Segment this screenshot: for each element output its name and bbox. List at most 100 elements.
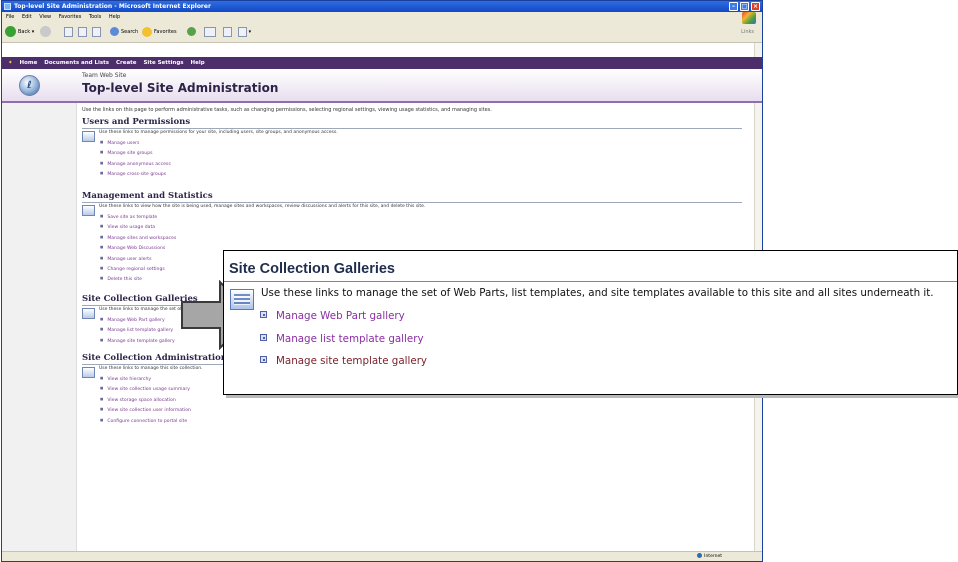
link-manage-web-discussions[interactable]: Manage Web Discussions: [100, 242, 176, 252]
menu-view[interactable]: View: [39, 14, 51, 20]
section-users-and-permissions: Users and Permissions Use these links to…: [82, 117, 742, 177]
refresh-button[interactable]: [78, 26, 87, 38]
star-icon: [142, 26, 152, 37]
menu-help[interactable]: Help: [109, 14, 120, 20]
home-button[interactable]: [92, 26, 101, 38]
link-save-site-as-template[interactable]: Save site as template: [100, 211, 176, 221]
home-icon: ✦: [8, 60, 13, 66]
forward-button[interactable]: [40, 26, 53, 38]
sharepoint-logo: ℓ: [19, 75, 40, 96]
edit-button[interactable]: ▾: [238, 26, 251, 38]
link-list: Manage users Manage site groups Manage a…: [100, 137, 171, 179]
back-button[interactable]: Back ▾: [5, 26, 34, 38]
page-title: Top-level Site Administration: [82, 81, 279, 95]
bullet-icon: [260, 334, 267, 341]
maximize-button[interactable]: □: [740, 2, 749, 11]
callout-link-web-part-gallery[interactable]: Manage Web Part gallery: [260, 310, 405, 322]
link-list: Manage Web Part gallery Manage list temp…: [100, 314, 175, 345]
menu-tools[interactable]: Tools: [89, 14, 101, 20]
back-arrow-icon: [5, 26, 16, 37]
windows-logo-icon: [742, 12, 756, 24]
link-list: View site hierarchy View site collection…: [100, 373, 191, 425]
administration-icon: [82, 367, 95, 378]
mail-icon: [204, 26, 216, 37]
section-desc: Use these links to manage permissions fo…: [99, 130, 338, 135]
link-view-site-usage-data[interactable]: View site usage data: [100, 221, 176, 231]
link-manage-cross-site-groups[interactable]: Manage cross-site groups: [100, 168, 171, 178]
link-manage-anonymous-access[interactable]: Manage anonymous access: [100, 158, 170, 168]
intro-text: Use the links on this page to perform ad…: [82, 107, 492, 113]
nav-documents-and-lists[interactable]: Documents and Lists: [44, 60, 109, 66]
favorites-button[interactable]: Favorites: [142, 26, 177, 38]
users-icon: [82, 131, 95, 142]
history-button[interactable]: [187, 26, 198, 38]
menu-file[interactable]: File: [6, 14, 14, 20]
section-title: Management and Statistics: [82, 191, 742, 203]
main-content: Use the links on this page to perform ad…: [82, 107, 752, 424]
forward-arrow-icon: [40, 26, 51, 37]
link-view-site-collection-usage-summary[interactable]: View site collection usage summary: [100, 383, 191, 393]
refresh-icon: [78, 26, 87, 37]
ie-icon: [4, 3, 11, 10]
link-manage-users[interactable]: Manage users: [100, 137, 171, 147]
link-manage-user-alerts[interactable]: Manage user alerts: [100, 253, 176, 263]
print-button[interactable]: [223, 26, 232, 38]
link-manage-site-template-gallery[interactable]: Manage site template gallery: [100, 335, 174, 345]
close-button[interactable]: ×: [751, 2, 760, 11]
nav-home[interactable]: Home: [20, 60, 38, 66]
print-icon: [223, 26, 232, 37]
link-view-site-collection-user-information[interactable]: View site collection user information: [100, 404, 191, 414]
stop-button[interactable]: [64, 26, 73, 38]
callout-description: Use these links to manage the set of Web…: [261, 287, 934, 299]
nav-help[interactable]: Help: [190, 60, 204, 66]
statistics-icon: [82, 205, 95, 216]
bullet-icon: [260, 311, 267, 318]
link-change-regional-settings[interactable]: Change regional settings: [100, 263, 176, 273]
minimize-button[interactable]: –: [729, 2, 738, 11]
section-desc: Use these links to manage this site coll…: [99, 366, 203, 371]
home-icon: [92, 26, 101, 37]
stop-icon: [64, 26, 73, 37]
security-zone: Internet: [697, 552, 722, 561]
link-manage-site-groups[interactable]: Manage site groups: [100, 147, 171, 157]
gallery-icon: [82, 308, 95, 319]
callout-link-site-template-gallery[interactable]: Manage site template gallery: [260, 355, 427, 367]
globe-icon: [697, 553, 703, 558]
gallery-icon: [230, 289, 254, 310]
callout-title: Site Collection Galleries: [229, 261, 395, 277]
search-icon: [110, 27, 119, 36]
link-view-storage-space-allocation[interactable]: View storage space allocation: [100, 394, 191, 404]
left-column: [2, 103, 77, 561]
edit-icon: [238, 26, 247, 37]
links-label[interactable]: Links: [741, 26, 754, 38]
link-view-site-hierarchy[interactable]: View site hierarchy: [100, 373, 191, 383]
callout-divider: [224, 281, 957, 282]
section-desc: Use these links to view how the site is …: [99, 204, 426, 209]
bullet-icon: [260, 356, 267, 363]
section-management-and-statistics: Management and Statistics Use these link…: [82, 191, 742, 282]
toolbar: Back ▾ Search Favorites ▾ Links: [2, 22, 762, 43]
mail-button[interactable]: [204, 26, 216, 38]
link-manage-list-template-gallery[interactable]: Manage list template gallery: [100, 324, 175, 334]
site-name[interactable]: Team Web Site: [82, 72, 126, 79]
nav-create[interactable]: Create: [116, 60, 137, 66]
link-configure-connection-to-portal-site[interactable]: Configure connection to portal site: [100, 415, 191, 425]
sharepoint-nav-bar: ✦ Home Documents and Lists Create Site S…: [2, 57, 762, 69]
history-icon: [187, 27, 196, 36]
link-manage-sites-and-workspaces[interactable]: Manage sites and workspaces: [100, 232, 176, 242]
menu-bar: File Edit View Favorites Tools Help: [2, 12, 762, 22]
page-header: ℓ Team Web Site Top-level Site Administr…: [2, 69, 762, 103]
section-title: Users and Permissions: [82, 117, 742, 129]
zoomed-callout-panel: Site Collection Galleries Use these link…: [223, 250, 958, 395]
link-list: Save site as template View site usage da…: [100, 211, 176, 284]
search-button[interactable]: Search: [110, 26, 138, 38]
menu-favorites[interactable]: Favorites: [59, 14, 82, 20]
link-delete-this-site[interactable]: Delete this site: [100, 273, 176, 283]
callout-link-list-template-gallery[interactable]: Manage list template gallery: [260, 333, 424, 345]
menu-edit[interactable]: Edit: [22, 14, 32, 20]
status-bar: Internet: [2, 551, 762, 561]
link-manage-web-part-gallery[interactable]: Manage Web Part gallery: [100, 314, 175, 324]
nav-site-settings[interactable]: Site Settings: [143, 60, 183, 66]
window-title: Top-level Site Administration - Microsof…: [14, 3, 211, 10]
title-bar: Top-level Site Administration - Microsof…: [2, 1, 762, 12]
